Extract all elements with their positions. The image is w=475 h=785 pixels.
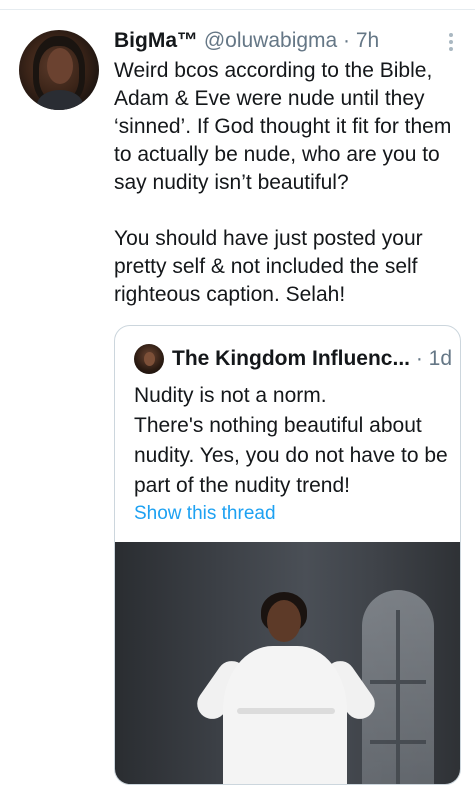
avatar-face [47,48,73,84]
quoted-time: · 1d [410,347,453,370]
tweet-header: BigMa™ @oluwabigma · 7h [114,28,379,54]
quoted-avatar-face [144,352,155,366]
quoted-photo[interactable] [115,542,460,784]
tweet-text: Weird bcos according to the Bible, Adam … [114,59,452,306]
more-vertical-icon[interactable] [444,30,458,56]
show-thread-link[interactable]: Show this thread [134,502,276,526]
photo-belt [237,708,335,714]
quoted-tweet-card[interactable]: The Kingdom Influenc... · 1d Nudity is n… [114,325,461,785]
photo-window [362,590,434,784]
avatar[interactable] [19,30,99,110]
top-divider [0,9,475,10]
quoted-header: The Kingdom Influenc... · 1d [172,346,452,372]
display-name[interactable]: BigMa™ [114,29,198,52]
handle-time: @oluwabigma · 7h [198,29,380,52]
photo-head [267,600,301,642]
photo-dress [223,646,347,784]
quoted-avatar [134,344,164,374]
quoted-text: Nudity is not a norm. There's nothing be… [134,384,448,497]
quoted-display-name: The Kingdom Influenc... [172,347,410,370]
